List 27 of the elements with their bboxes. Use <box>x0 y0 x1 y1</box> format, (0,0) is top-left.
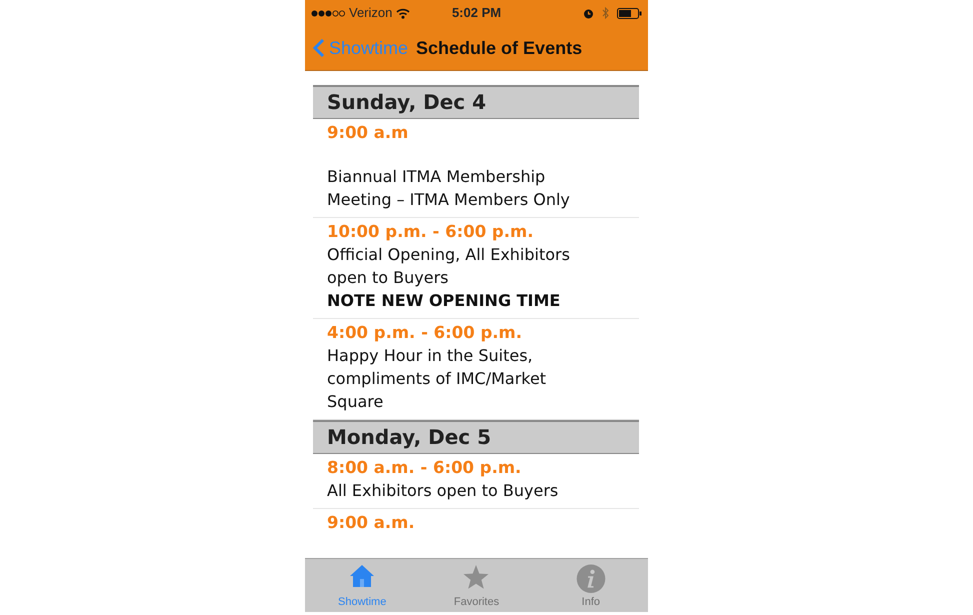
event-description: Biannual ITMA Membership Meeting – ITMA Members Only <box>327 166 571 211</box>
info-icon <box>576 564 606 594</box>
tab-star[interactable]: Favorites <box>419 559 534 612</box>
carrier-name: Verizon <box>349 4 392 22</box>
battery-icon <box>617 8 642 18</box>
day-header: Monday, Dec 5 <box>313 420 639 454</box>
event-time: 9:00 a.m <box>327 122 408 144</box>
tab-info[interactable]: Info <box>534 559 648 612</box>
event-time: 10:00 p.m. - 6:00 p.m. <box>327 221 534 243</box>
event-description: Official Opening, All Exhibitors open to Buyers <box>327 244 571 289</box>
screen-title: Schedule of Events <box>416 36 582 60</box>
back-chevron-icon <box>313 38 325 58</box>
event-time: 8:00 a.m. - 6:00 p.m. <box>327 457 522 479</box>
home-icon <box>349 564 376 588</box>
day-header: Sunday, Dec 4 <box>313 85 639 119</box>
tab-home[interactable]: Showtime <box>305 559 420 612</box>
alarm-icon <box>583 8 594 18</box>
event-note: NOTE NEW OPENING TIME <box>327 290 560 312</box>
event-description: Happy Hour in the Suites, compliments of IMC/Market Square <box>327 345 548 413</box>
status-time: 5:02 PM <box>452 4 502 22</box>
signal-icon <box>311 10 345 16</box>
event-time: 4:00 p.m. - 6:00 p.m. <box>327 322 522 344</box>
bluetooth-icon <box>602 7 610 19</box>
event-description: All Exhibitors open to Buyers <box>327 480 558 502</box>
wifi-icon <box>396 8 410 18</box>
star-icon <box>462 564 490 590</box>
event-time: 9:00 a.m. <box>327 512 415 534</box>
